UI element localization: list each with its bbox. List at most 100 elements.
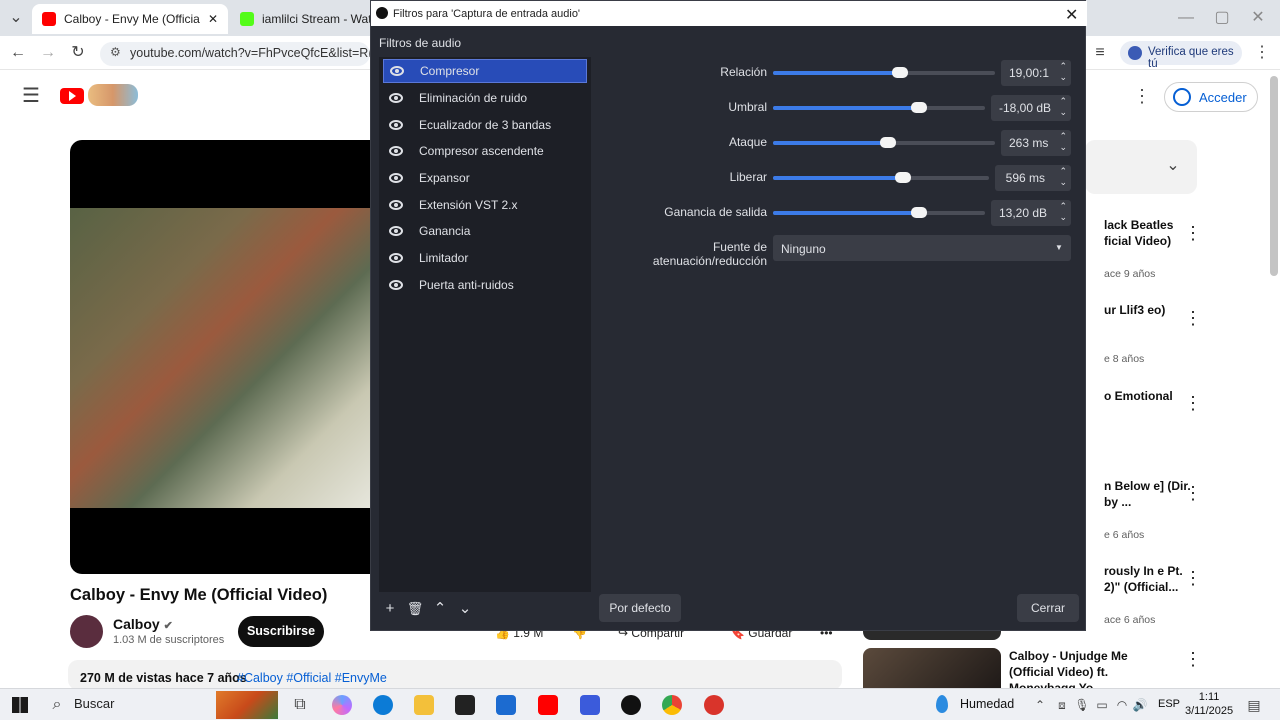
slider-thumb[interactable] <box>911 207 927 218</box>
recommendation-title[interactable]: n Below e] (Dir. by ... <box>1104 478 1194 510</box>
channel-name[interactable]: Calboy ✔ <box>113 616 173 632</box>
ratio-spinbox[interactable]: 19,00:1 ⌃ ⌄ <box>1001 60 1071 86</box>
close-tab-icon[interactable]: ✕ <box>208 12 218 26</box>
system-clock[interactable]: 1:11 3/11/2025 <box>1185 690 1233 718</box>
recommendation-kebab-icon[interactable]: ⋮ <box>1184 309 1202 327</box>
release-slider[interactable] <box>773 172 989 183</box>
recommendation-thumbnail[interactable] <box>863 648 1001 688</box>
tab-list-chevron-icon[interactable]: ⌄ <box>6 8 26 28</box>
file-explorer-icon[interactable] <box>414 695 434 715</box>
back-icon[interactable]: ← <box>8 43 28 63</box>
close-button[interactable]: Cerrar <box>1017 594 1079 622</box>
doodle-icon[interactable] <box>88 84 138 106</box>
store-icon[interactable] <box>455 695 475 715</box>
output-gain-spinbox[interactable]: 13,20 dB ⌃ ⌄ <box>991 200 1071 226</box>
forward-icon[interactable]: → <box>38 43 58 63</box>
weather-drop-icon[interactable] <box>936 695 948 713</box>
hamburger-menu-icon[interactable]: ☰ <box>20 86 42 106</box>
settings-kebab-icon[interactable]: ⋮ <box>1132 86 1152 106</box>
language-indicator[interactable]: ESP <box>1158 698 1180 710</box>
dialog-close-icon[interactable]: ✕ <box>1065 5 1078 25</box>
recommendation-title[interactable]: rously In e Pt. 2)" (Official... <box>1104 563 1194 595</box>
recommendation-title[interactable]: ur Llif3 eo) <box>1104 302 1194 318</box>
chevron-down-icon[interactable]: ⌄ <box>1163 156 1183 176</box>
page-scrollbar[interactable] <box>1270 76 1278 276</box>
visibility-eye-icon[interactable] <box>389 200 403 210</box>
chrome-icon[interactable] <box>662 695 682 715</box>
chips-panel[interactable]: ⌄ <box>1085 140 1197 194</box>
tab-kick[interactable]: iamlilci Stream - Watch L <box>230 4 380 34</box>
attack-spinbox[interactable]: 263 ms ⌃ ⌄ <box>1001 130 1071 156</box>
recommendation-kebab-icon[interactable]: ⋮ <box>1184 650 1202 668</box>
signin-button[interactable]: Acceder <box>1164 82 1258 112</box>
add-filter-icon[interactable]: + <box>380 599 400 619</box>
task-view-icon[interactable]: ⧉ <box>290 695 310 715</box>
hashtags[interactable]: #Calboy #Official #EnvyMe <box>237 671 387 685</box>
output-gain-slider[interactable] <box>773 207 985 218</box>
outlook-icon[interactable] <box>496 695 516 715</box>
windows-start-icon[interactable] <box>12 697 28 713</box>
minimize-icon[interactable]: — <box>1176 8 1196 28</box>
move-up-icon[interactable]: ⌃ <box>430 599 450 619</box>
tray-app-icon[interactable]: ⧈ <box>1054 695 1070 715</box>
recommendation-kebab-icon[interactable]: ⋮ <box>1184 224 1202 242</box>
filter-item-ecualizador[interactable]: Ecualizador de 3 bandas <box>383 113 587 137</box>
release-spinbox[interactable]: 596 ms ⌃ ⌄ <box>995 165 1071 191</box>
microphone-icon[interactable]: 🎙 <box>1074 695 1090 715</box>
filter-item-compresor-ascendente[interactable]: Compresor ascendente <box>383 139 587 163</box>
visibility-eye-icon[interactable] <box>389 280 403 290</box>
window-close-icon[interactable]: ✕ <box>1248 8 1268 28</box>
address-bar[interactable]: ⚙ youtube.com/watch?v=FhPvceQfcE&list=RD… <box>100 42 370 66</box>
defaults-button[interactable]: Por defecto <box>599 594 681 622</box>
filter-item-vst[interactable]: Extensión VST 2.x <box>383 193 587 217</box>
slider-thumb[interactable] <box>911 102 927 113</box>
filter-item-eliminacion-ruido[interactable]: Eliminación de ruido <box>383 86 587 110</box>
site-info-icon[interactable]: ⚙ <box>110 45 121 59</box>
obs-app-icon[interactable] <box>621 695 641 715</box>
dialog-titlebar[interactable]: Filtros para 'Captura de entrada audio' … <box>371 1 1087 26</box>
attack-slider[interactable] <box>773 137 995 148</box>
copilot-icon[interactable] <box>332 695 352 715</box>
volume-icon[interactable]: 🔊 <box>1132 695 1148 715</box>
recommendation-title[interactable]: lack Beatles ficial Video) <box>1104 217 1194 249</box>
visibility-eye-icon[interactable] <box>389 226 403 236</box>
chat-app-icon[interactable] <box>580 695 600 715</box>
filter-item-puerta[interactable]: Puerta anti-ruidos <box>383 273 587 297</box>
recommendation-kebab-icon[interactable]: ⋮ <box>1184 484 1202 502</box>
slider-thumb[interactable] <box>880 137 896 148</box>
recording-app-icon[interactable] <box>704 695 724 715</box>
visibility-eye-icon[interactable] <box>389 173 403 183</box>
tab-youtube[interactable]: Calboy - Envy Me (Official Vide ✕ <box>32 4 228 34</box>
browser-menu-icon[interactable]: ⋮ <box>1252 43 1272 63</box>
video-player[interactable] <box>70 140 370 574</box>
channel-avatar[interactable] <box>70 615 103 648</box>
threshold-slider[interactable] <box>773 102 985 113</box>
filter-item-compresor[interactable]: Compresor <box>383 59 587 83</box>
recommendation-kebab-icon[interactable]: ⋮ <box>1184 569 1202 587</box>
sidechain-dropdown[interactable]: Ninguno ▼ <box>773 235 1071 261</box>
reload-icon[interactable]: ↻ <box>68 43 88 63</box>
filter-item-limitador[interactable]: Limitador <box>383 246 587 270</box>
tray-chevron-icon[interactable]: ⌃ <box>1032 695 1048 715</box>
delete-filter-icon[interactable]: 🗑 <box>405 599 425 619</box>
battery-icon[interactable]: ▭ <box>1094 695 1110 715</box>
youtube-app-icon[interactable] <box>538 695 558 715</box>
filter-item-ganancia[interactable]: Ganancia <box>383 219 587 243</box>
visibility-eye-icon[interactable] <box>389 120 403 130</box>
visibility-eye-icon[interactable] <box>389 146 403 156</box>
search-icon[interactable]: ⌕ <box>48 695 66 715</box>
move-down-icon[interactable]: ⌄ <box>455 599 475 619</box>
youtube-logo-icon[interactable] <box>60 88 84 104</box>
recommendation-kebab-icon[interactable]: ⋮ <box>1184 394 1202 412</box>
visibility-eye-icon[interactable] <box>390 66 404 76</box>
widgets-image[interactable] <box>216 691 278 719</box>
recommendation-title[interactable]: o Emotional <box>1104 388 1194 404</box>
slider-thumb[interactable] <box>892 67 908 78</box>
subscribe-button[interactable]: Suscribirse <box>238 616 324 647</box>
notifications-icon[interactable]: ▤ <box>1244 695 1264 715</box>
threshold-spinbox[interactable]: -18,00 dB ⌃ ⌄ <box>991 95 1071 121</box>
visibility-eye-icon[interactable] <box>389 93 403 103</box>
maximize-icon[interactable]: ▢ <box>1212 8 1232 28</box>
verify-chip[interactable]: Verifica que eres tú <box>1120 41 1242 70</box>
taskbar-search-label[interactable]: Buscar <box>74 696 114 711</box>
